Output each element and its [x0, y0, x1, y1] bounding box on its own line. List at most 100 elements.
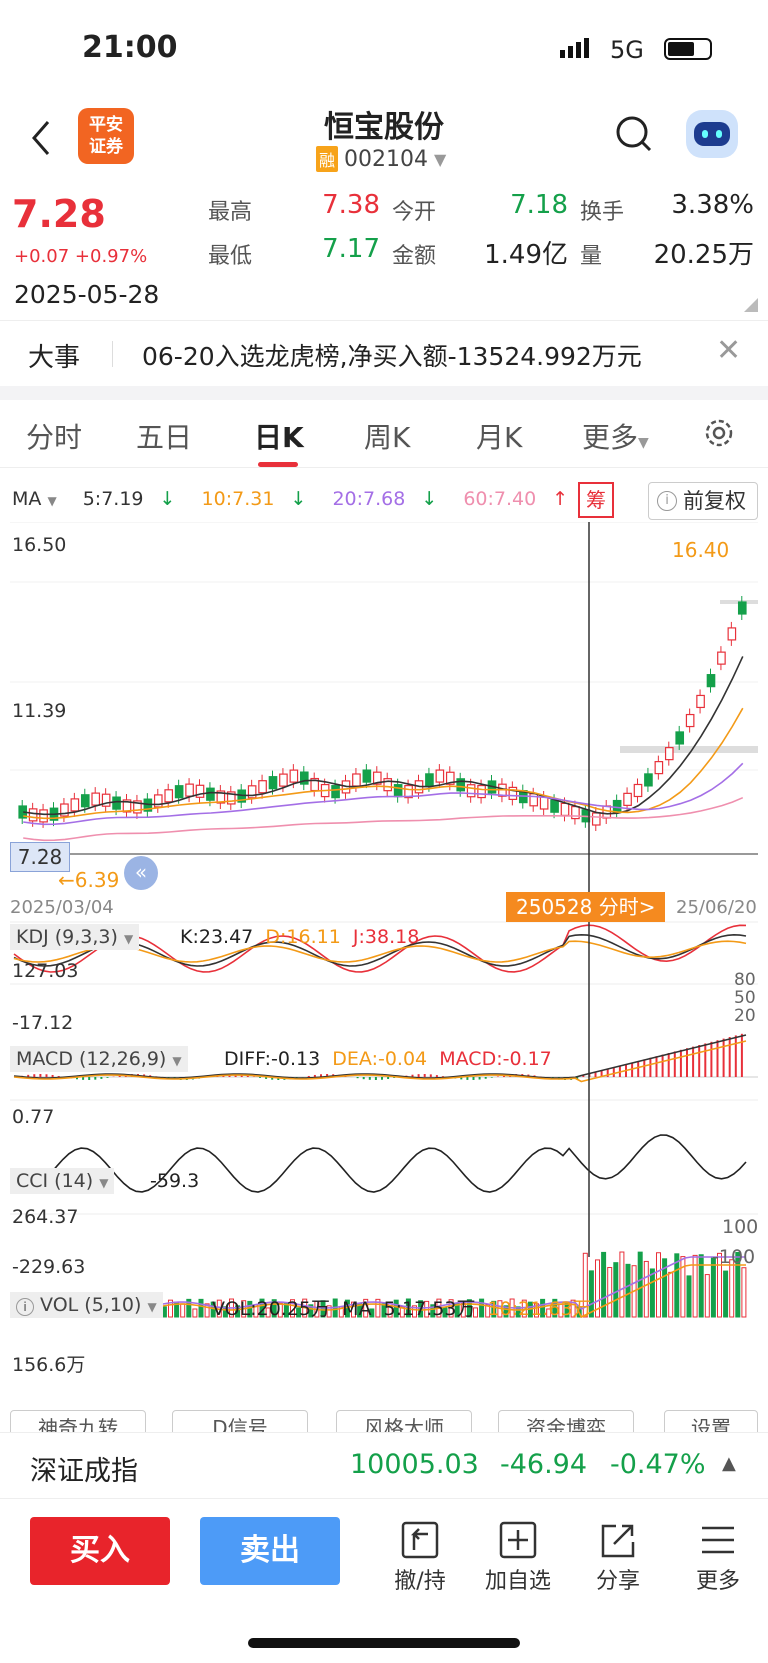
kdj-80: 80	[734, 970, 756, 990]
kdj-top: 127.03	[12, 960, 79, 982]
scroll-left-icon[interactable]: «	[124, 856, 158, 890]
watch-label: 加自选	[484, 1569, 551, 1594]
kline-chart-area[interactable]	[0, 522, 768, 1402]
candle	[174, 785, 184, 799]
more-label: 更多	[695, 1569, 740, 1594]
robot-assistant-icon[interactable]	[686, 110, 738, 158]
close-icon[interactable]: ✕	[716, 333, 741, 368]
tab-monthly-k[interactable]: 月K	[476, 416, 522, 456]
news-ticker[interactable]: 大事 06-20入选龙虎榜,净买入额-13524.992万元 ✕	[0, 320, 768, 386]
info-icon: i	[16, 1298, 34, 1316]
volume-bar	[198, 1298, 204, 1318]
event-label: 大事	[28, 343, 81, 373]
kdj-selector[interactable]: KDJ (9,3,3) ▼	[10, 924, 140, 950]
stock-code-selector[interactable]: 融 002104 ▼	[316, 146, 446, 172]
vol-ma10: 10:21.63万	[487, 1298, 592, 1320]
candle	[623, 792, 632, 806]
kdj-d: D:16.11	[265, 926, 341, 948]
search-icon[interactable]	[614, 114, 654, 158]
vol-selector[interactable]: i VOL (5,10) ▼	[10, 1292, 163, 1318]
candle	[331, 785, 340, 799]
chevron-up-icon[interactable]: ▲	[722, 1453, 736, 1474]
add-watchlist-button[interactable]: 加自选	[478, 1517, 558, 1595]
candle	[591, 812, 601, 826]
ma10-value: 10:7.31 ↓	[201, 488, 307, 510]
candle	[696, 694, 705, 709]
intraday-link-tag[interactable]: 250528 分时>	[506, 892, 666, 922]
home-indicator	[248, 1638, 520, 1648]
open-value: 7.18	[510, 190, 568, 220]
kline-y-top: 16.50	[12, 534, 67, 556]
kdj-label: KDJ (9,3,3)	[16, 926, 118, 948]
candle	[112, 796, 121, 810]
candle	[654, 761, 664, 775]
index-value: 10005.03	[350, 1449, 479, 1480]
macd-diff: DIFF:-0.13	[224, 1048, 321, 1070]
candle	[644, 773, 653, 787]
volume-bar	[625, 1263, 631, 1318]
sell-button[interactable]: 卖出	[200, 1517, 340, 1585]
cancel-hold-button[interactable]: 撤/持	[380, 1517, 460, 1595]
low-mark: ←6.39	[58, 868, 120, 892]
share-button[interactable]: 分享	[578, 1517, 658, 1595]
volume-bar	[619, 1251, 625, 1318]
cci-top: 264.37	[12, 1206, 79, 1228]
menu-icon	[678, 1517, 758, 1563]
tab-five-day[interactable]: 五日	[136, 416, 192, 456]
candle	[550, 799, 559, 813]
kdj-bottom: -17.12	[12, 1012, 74, 1034]
period-tabs: 分时 五日 日K 周K 月K 更多▼	[0, 400, 768, 468]
signal-icon	[560, 38, 589, 58]
expand-corner-icon[interactable]	[744, 298, 758, 312]
candle	[279, 773, 288, 787]
volume-value: 20.25万	[653, 240, 754, 270]
ma20-text: 20:7.68	[332, 488, 406, 510]
index-change: -46.94	[500, 1449, 588, 1480]
high-mark: 16.40	[672, 538, 730, 562]
market-index-bar[interactable]: 深证成指 10005.03 -46.94 -0.47% ▲	[0, 1432, 768, 1498]
share-icon	[578, 1517, 658, 1563]
candle	[80, 794, 90, 808]
candle	[39, 809, 48, 823]
candle	[425, 773, 434, 787]
high-label: 最高	[208, 200, 253, 225]
network-type: 5G	[610, 36, 644, 64]
amount-label: 金额	[392, 244, 437, 269]
ma-legend[interactable]: MA ▼ 5:7.19 ↓ 10:7.31 ↓ 20:7.68 ↓ 60:7.4…	[12, 488, 588, 510]
status-bar: 21:00 5G	[0, 0, 768, 100]
kline-y-mid: 11.39	[12, 700, 67, 722]
status-time: 21:00	[82, 30, 178, 65]
tab-daily-k[interactable]: 日K	[254, 416, 304, 456]
settings-gear-icon[interactable]	[702, 416, 736, 454]
candle	[362, 769, 372, 783]
candle	[664, 747, 674, 761]
restore-right-button[interactable]: i 前复权	[648, 482, 758, 520]
quote-date: 2025-05-28	[14, 280, 160, 309]
amount-value: 1.49亿	[484, 240, 568, 270]
candle	[560, 802, 570, 816]
candle	[206, 787, 215, 801]
candle	[91, 792, 101, 806]
tab-more[interactable]: 更多▼	[582, 416, 649, 456]
ma60-text: 60:7.40	[463, 488, 537, 510]
more-button[interactable]: 更多	[678, 1517, 758, 1595]
chip-distribution-button[interactable]: 筹	[578, 482, 614, 518]
cci-selector[interactable]: CCI (14) ▼	[10, 1168, 115, 1194]
buy-button[interactable]: 买入	[30, 1517, 170, 1585]
ma-label-text: MA	[12, 488, 42, 510]
candle	[28, 808, 38, 822]
candle	[602, 805, 612, 819]
ma5-value: 5:7.19 ↓	[82, 488, 176, 510]
tab-intraday[interactable]: 分时	[26, 416, 82, 456]
candle	[539, 796, 549, 810]
add-icon	[478, 1517, 558, 1563]
share-label: 分享	[595, 1569, 640, 1594]
macd-selector[interactable]: MACD (12,26,9) ▼	[10, 1046, 188, 1072]
hold-label: 撤/持	[394, 1569, 446, 1594]
tab-weekly-k[interactable]: 周K	[364, 416, 410, 456]
candle	[289, 769, 299, 783]
turnover-value: 3.38%	[671, 190, 754, 220]
date-start: 2025/03/04	[10, 897, 114, 918]
low-value: 7.17	[322, 234, 380, 264]
volume-label: 量	[580, 244, 603, 269]
